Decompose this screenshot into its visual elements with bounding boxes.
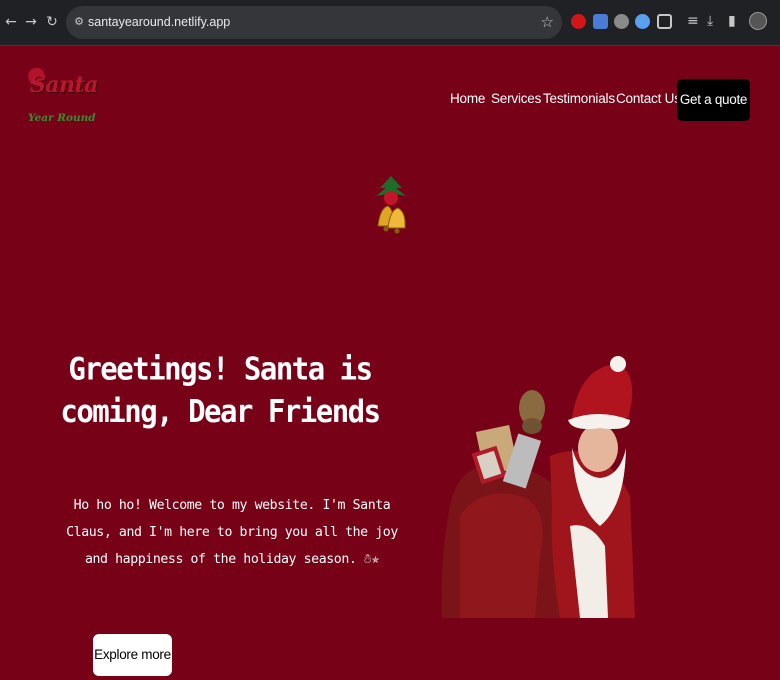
nav-link-services[interactable]: Services <box>491 91 541 106</box>
santa-claus-image <box>441 356 635 618</box>
browser-toolbar: ← → ↻ ⚙ santayearound.netlify.app ☆ ≡ ⤓ … <box>0 0 780 46</box>
star-icon[interactable]: ☆ <box>541 13 554 31</box>
reload-button[interactable]: ↻ <box>43 13 61 31</box>
puzzle-icon[interactable] <box>657 14 672 29</box>
nav-link-testimonials[interactable]: Testimonials <box>543 91 615 106</box>
christmas-bells-icon <box>376 176 406 234</box>
blue-shield-extension-icon[interactable] <box>635 14 650 29</box>
forward-button[interactable]: → <box>22 13 40 31</box>
gray-circle-extension-icon[interactable] <box>614 14 629 29</box>
logo-title: Santa <box>30 72 99 98</box>
get-a-quote-button[interactable]: Get a quote <box>677 79 750 121</box>
profile-avatar-icon[interactable] <box>749 12 767 30</box>
red-circle-extension-icon[interactable] <box>571 14 586 29</box>
sidebar-icon[interactable]: ▮ <box>728 12 736 30</box>
site-logo[interactable]: Santa Year Round <box>26 65 99 134</box>
back-button[interactable]: ← <box>2 13 20 31</box>
address-bar[interactable]: ⚙ santayearound.netlify.app ☆ <box>66 6 562 39</box>
nav-link-home[interactable]: Home <box>450 91 485 106</box>
explore-more-button[interactable]: Explore more <box>93 634 172 676</box>
hero-paragraph: Ho ho ho! Welcome to my website. I'm San… <box>66 498 398 567</box>
url-text[interactable]: santayearound.netlify.app <box>88 15 230 29</box>
tune-icon[interactable]: ⚙ <box>72 15 86 29</box>
logo-subtitle: Year Round <box>28 112 96 124</box>
media-queue-icon[interactable]: ≡ <box>687 12 699 30</box>
blue-doc-extension-icon[interactable] <box>593 14 608 29</box>
hero-heading: Greetings! Santa is coming, Dear Friends <box>60 350 381 430</box>
download-icon[interactable]: ⤓ <box>707 12 713 30</box>
nav-link-contact-us[interactable]: Contact Us <box>616 91 681 106</box>
